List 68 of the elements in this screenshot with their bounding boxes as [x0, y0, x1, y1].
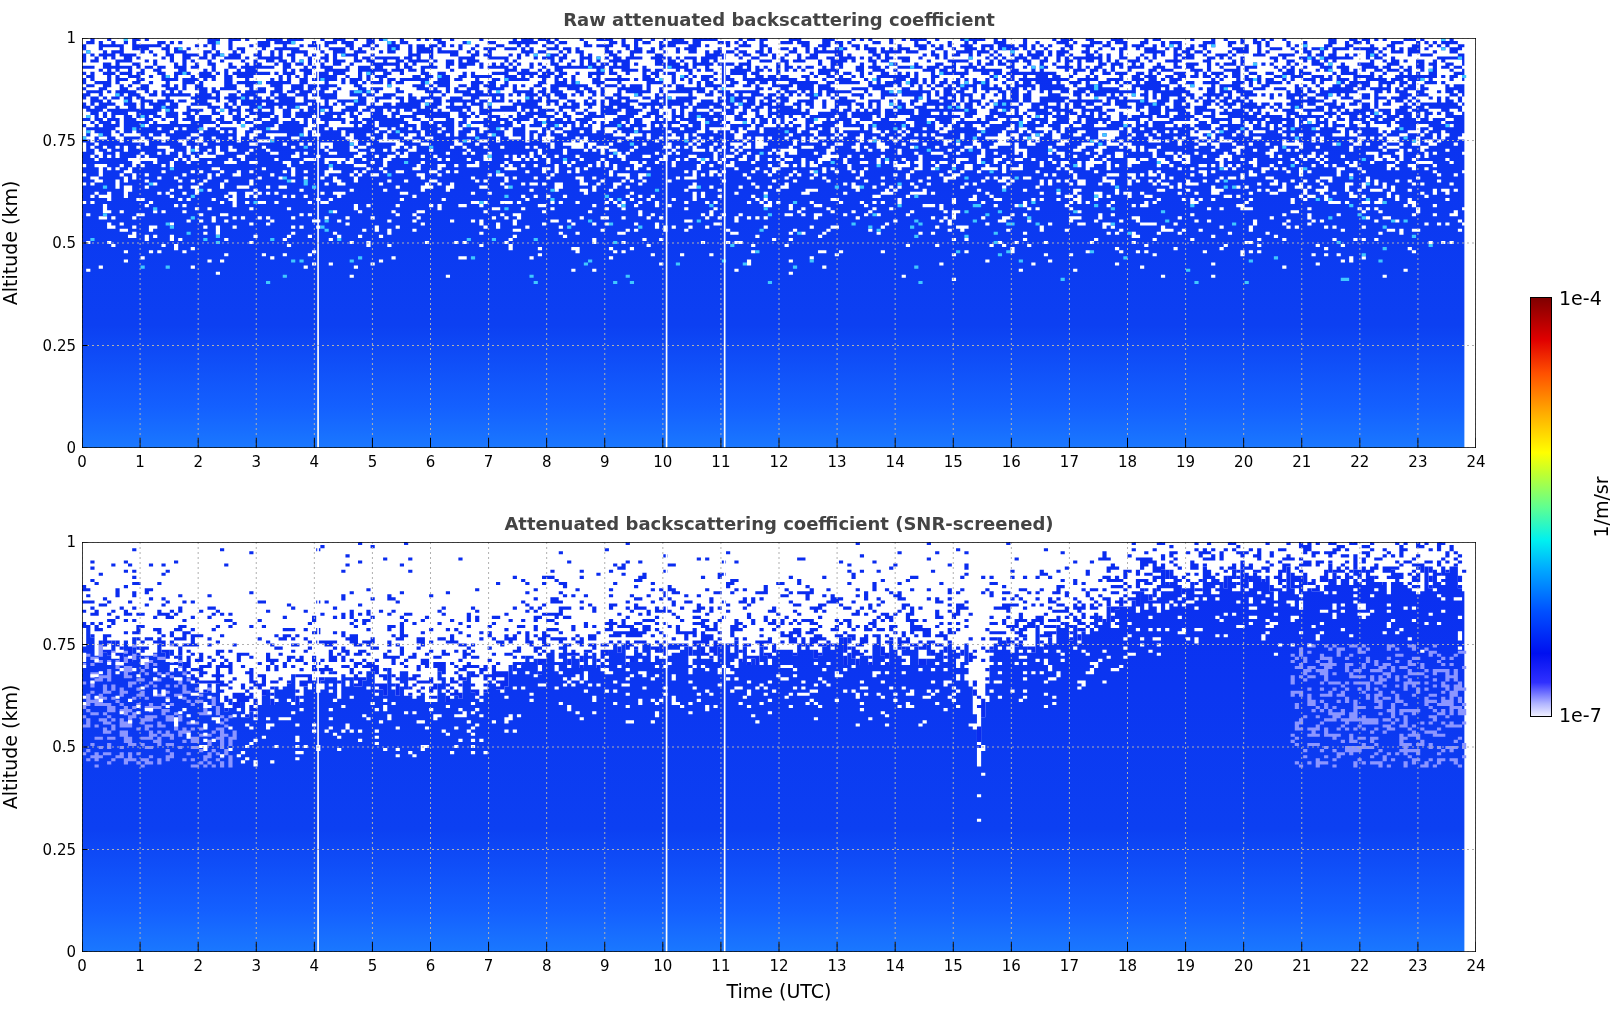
y-tick-label: 1: [66, 30, 76, 46]
x-tick-label: 13: [827, 455, 847, 470]
x-tick-label: 4: [309, 959, 320, 974]
y-tick-label: 0.25: [42, 842, 76, 857]
x-tick-label: 9: [600, 455, 610, 470]
x-tick-label: 24: [1466, 959, 1486, 974]
x-tick-label: 1: [135, 959, 145, 974]
x-tick-label: 15: [943, 455, 963, 470]
colorbar-label: 1/m/sr: [1590, 476, 1612, 538]
x-tick-label: 23: [1408, 959, 1428, 974]
x-tick-label: 19: [1176, 959, 1196, 974]
y-axis-label: Altitude (km): [0, 180, 21, 306]
x-tick-label: 5: [367, 959, 378, 974]
x-tick-label: 7: [483, 455, 494, 470]
y-tick-label: 0.25: [42, 338, 76, 353]
x-tick-label: 22: [1350, 959, 1370, 974]
chart-title: Raw attenuated backscattering coefficient: [563, 8, 995, 30]
x-tick-label: 3: [251, 455, 261, 470]
x-tick-label: 2: [193, 959, 203, 974]
x-tick-label: 13: [827, 959, 847, 974]
x-tick-label: 6: [425, 959, 436, 974]
x-tick-label: 23: [1408, 455, 1428, 470]
y-tick-label: 0.5: [52, 235, 76, 251]
chart-title: Attenuated backscattering coefficient (SNR-screened): [504, 512, 1054, 534]
y-tick-label: 0: [66, 944, 76, 960]
x-tick-label: 21: [1292, 455, 1312, 470]
x-tick-label: 16: [1001, 959, 1021, 974]
y-axis-label: Altitude (km): [0, 684, 21, 810]
x-axis-label: Time (UTC): [726, 980, 832, 1002]
x-tick-label: 0: [77, 455, 87, 470]
y-tick-label: 0: [66, 440, 76, 456]
x-tick-label: 18: [1117, 959, 1138, 974]
colorbar-max-label: 1e-4: [1559, 289, 1602, 308]
x-tick-label: 11: [711, 959, 731, 974]
x-tick-label: 6: [425, 455, 436, 470]
x-tick-label: 12: [769, 455, 789, 470]
x-tick-label: 22: [1350, 455, 1370, 470]
x-tick-label: 10: [653, 959, 673, 974]
x-tick-label: 11: [711, 455, 731, 470]
x-tick-label: 17: [1059, 959, 1079, 974]
x-tick-label: 19: [1176, 455, 1196, 470]
x-tick-label: 20: [1234, 455, 1254, 470]
x-tick-label: 21: [1292, 959, 1312, 974]
x-tick-label: 15: [943, 959, 963, 974]
x-tick-label: 10: [653, 455, 673, 470]
x-tick-label: 12: [769, 959, 789, 974]
colorbar-min-label: 1e-7: [1559, 706, 1602, 725]
x-tick-label: 17: [1059, 455, 1079, 470]
x-tick-label: 8: [541, 455, 552, 470]
x-tick-label: 24: [1466, 455, 1486, 470]
y-tick-label: 1: [66, 534, 76, 550]
x-tick-label: 2: [193, 455, 203, 470]
x-tick-label: 3: [251, 959, 261, 974]
x-tick-label: 20: [1234, 959, 1254, 974]
x-tick-label: 16: [1001, 455, 1021, 470]
y-tick-label: 0.75: [42, 133, 76, 148]
x-tick-label: 18: [1117, 455, 1138, 470]
x-tick-label: 5: [367, 455, 378, 470]
x-tick-label: 7: [483, 959, 494, 974]
x-tick-label: 4: [309, 455, 320, 470]
y-tick-label: 0.5: [52, 739, 76, 755]
x-tick-label: 14: [885, 959, 905, 974]
x-tick-label: 8: [541, 959, 552, 974]
x-tick-label: 0: [77, 959, 87, 974]
y-tick-label: 0.75: [42, 637, 76, 652]
x-tick-label: 9: [600, 959, 610, 974]
x-tick-label: 14: [885, 455, 905, 470]
x-tick-label: 1: [135, 455, 145, 470]
